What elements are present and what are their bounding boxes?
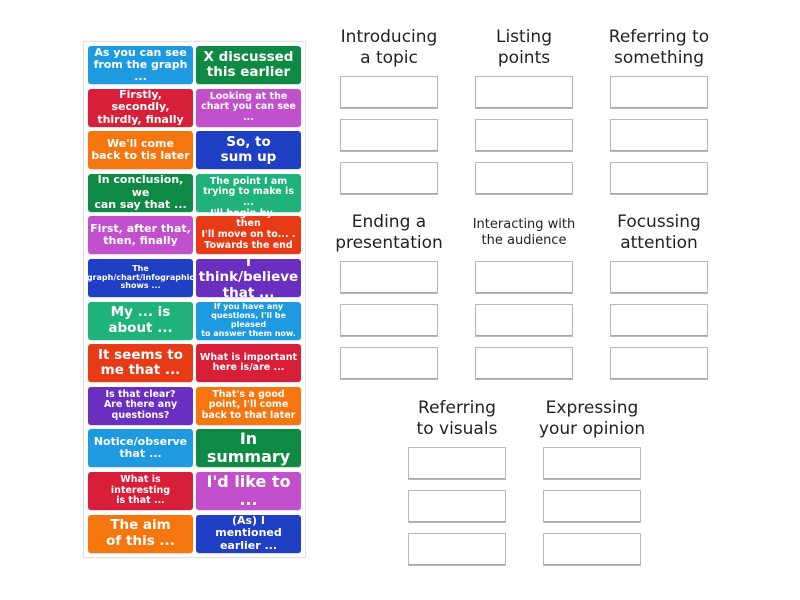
- drop-slot[interactable]: [475, 347, 573, 380]
- drop-slot[interactable]: [610, 261, 708, 294]
- phrase-tile[interactable]: The point I am trying to make is ...: [196, 173, 301, 212]
- phrase-tile[interactable]: Notice/observe that ...: [88, 429, 193, 468]
- phrase-tile[interactable]: It seems to me that ...: [88, 344, 193, 383]
- phrase-tile[interactable]: Firstly, secondly, thirdly, finally: [88, 88, 193, 127]
- phrase-tile[interactable]: As you can see from the graph ...: [88, 46, 193, 84]
- phrase-tile[interactable]: I'll begin by ... then I'll move on to..…: [196, 208, 301, 261]
- drop-slot[interactable]: [408, 490, 506, 523]
- phrase-tile[interactable]: That's a good point, I'll come back to t…: [196, 386, 301, 425]
- drop-slot[interactable]: [475, 76, 573, 109]
- drop-slot[interactable]: [543, 533, 641, 566]
- tile-bank: As you can see from the graph ... X discu…: [83, 41, 306, 558]
- drop-slot[interactable]: [610, 304, 708, 337]
- drop-slot[interactable]: [340, 347, 438, 380]
- category-title: Listing points: [495, 27, 552, 68]
- phrase-tile[interactable]: So, to sum up: [196, 131, 301, 170]
- phrase-tile[interactable]: The graph/chart/infographic shows ...: [87, 259, 194, 297]
- drop-slot[interactable]: [408, 447, 506, 480]
- phrase-tile[interactable]: First, after that, then, finally: [88, 216, 193, 255]
- category-title: Ending a presentation: [335, 212, 443, 253]
- category-title: Referring to visuals: [416, 398, 498, 439]
- category-title: Expressing your opinion: [538, 398, 646, 439]
- drop-slot[interactable]: [475, 119, 573, 152]
- drop-slot[interactable]: [543, 447, 641, 480]
- drop-slot[interactable]: [475, 261, 573, 294]
- drop-slot[interactable]: [475, 304, 573, 337]
- drop-slot[interactable]: [340, 76, 438, 109]
- phrase-tile[interactable]: I think/believe that ...: [196, 255, 301, 300]
- drop-slot[interactable]: [340, 261, 438, 294]
- drop-slot[interactable]: [610, 119, 708, 152]
- phrase-tile[interactable]: My ... is about ...: [88, 301, 193, 340]
- drop-slot[interactable]: [610, 76, 708, 109]
- phrase-tile[interactable]: We'll come back to tis later: [88, 131, 193, 170]
- category-title: Interacting with the audience: [472, 217, 576, 248]
- phrase-tile[interactable]: In conclusion, we can say that ...: [88, 174, 193, 212]
- phrase-tile[interactable]: Looking at the chart you can see ...: [196, 88, 301, 127]
- drop-slot[interactable]: [340, 304, 438, 337]
- drop-slot[interactable]: [543, 490, 641, 523]
- drop-slot[interactable]: [610, 347, 708, 380]
- drop-slot[interactable]: [340, 162, 438, 195]
- phrase-tile[interactable]: In summary: [196, 429, 301, 468]
- phrase-tile[interactable]: If you have any questions, I'll be pleas…: [196, 301, 301, 340]
- drop-slot[interactable]: [408, 533, 506, 566]
- drop-slot[interactable]: [340, 119, 438, 152]
- category-title: Introducing a topic: [340, 27, 438, 68]
- drop-slot[interactable]: [610, 162, 708, 195]
- category-title: Focussing attention: [617, 212, 701, 253]
- drop-slot[interactable]: [475, 162, 573, 195]
- phrase-tile[interactable]: I'd like to ...: [196, 472, 301, 510]
- phrase-tile[interactable]: The aim of this ...: [88, 514, 193, 553]
- phrase-tile[interactable]: X discussed this earlier: [196, 46, 301, 84]
- phrase-tile[interactable]: Is that clear? Are there any questions?: [88, 386, 193, 425]
- phrase-tile[interactable]: (As) I mentioned earlier ...: [196, 514, 301, 553]
- phrase-tile[interactable]: What is important here is/are ...: [196, 344, 301, 383]
- phrase-tile[interactable]: What is interesting is that ...: [88, 472, 193, 510]
- category-title: Referring to something: [608, 27, 710, 68]
